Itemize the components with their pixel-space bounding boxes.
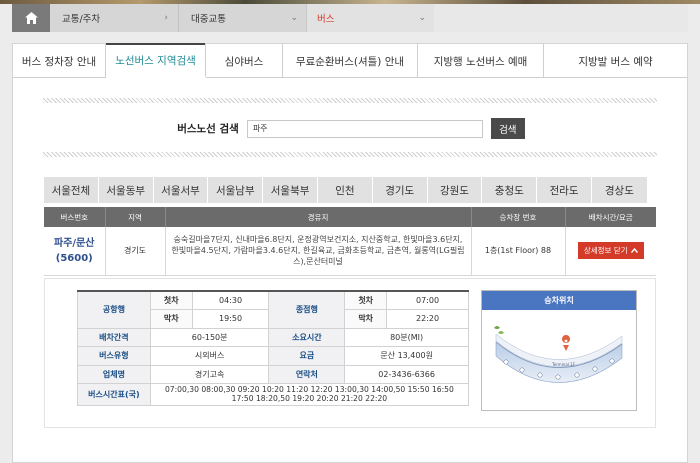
company-label: 업체명 — [77, 364, 151, 384]
map-title: 승차위치 — [482, 291, 636, 310]
airport-first-time: 04:30 — [191, 290, 270, 310]
divider-hatch-top — [43, 98, 657, 103]
breadcrumb-level3-label: 버스 — [317, 14, 335, 25]
region-cell: 경기도 — [105, 227, 166, 276]
airport-last-time: 19:50 — [191, 309, 270, 329]
company-value: 경기고속 — [149, 364, 270, 384]
bus-name: 파주/문산 — [54, 237, 95, 249]
boarding-location-map: 승차위치 Terminal 1F — [481, 290, 637, 411]
contact-value: 02-3436-6366 — [344, 364, 469, 384]
chevron-up-icon — [630, 248, 638, 254]
region-seoul-west[interactable]: 서울서부 — [153, 177, 209, 203]
last-bus-label: 막차 — [149, 309, 193, 329]
search-row: 버스노선 검색 검색 — [13, 118, 689, 139]
region-seoul-south[interactable]: 서울남부 — [208, 177, 264, 203]
bus-number-cell[interactable]: 파주/문산 (5600) — [44, 227, 106, 276]
tab-inbound-booking[interactable]: 지방발 버스 예약 — [544, 44, 687, 78]
airport-label: 공항행 — [77, 290, 151, 329]
last-bus-label: 막차 — [344, 309, 388, 329]
tab-label: 심야버스 — [224, 55, 264, 68]
duration-value: 80분(MI) — [344, 327, 469, 347]
region-chungcheong[interactable]: 충청도 — [482, 177, 538, 203]
stops-cell: 숭숙길마을7단지, 신내마을6.8단지, 운정광역보건지소, 지산중학교, 한빛… — [165, 227, 472, 276]
chevron-right-icon: › — [164, 13, 168, 23]
divider-hatch-bottom — [43, 152, 657, 157]
col-header: 지역 — [105, 207, 166, 227]
first-bus-label: 첫차 — [149, 290, 193, 310]
detail-toggle-button[interactable]: 상세정보 닫기 — [577, 242, 644, 260]
contact-label: 연락처 — [268, 364, 346, 384]
interval-value: 60-150분 — [149, 327, 270, 347]
tab-outbound-booking[interactable]: 지방행 노선버스 예매 — [418, 44, 544, 78]
terminal-map: Terminal 1F — [494, 326, 623, 383]
region-filter: 서울전체 서울동부 서울서부 서울남부 서울북부 인천 경기도 강원도 충청도 … — [44, 177, 647, 203]
region-gyeongsang[interactable]: 경상도 — [591, 177, 647, 203]
main-panel: 버스 정차장 안내 노선버스 지역검색 심야버스 무료순환버스(셔틀) 안내 지… — [12, 43, 688, 463]
type-value: 시외버스 — [149, 346, 270, 366]
breadcrumb-level2[interactable]: 대중교통 ⌄ — [178, 4, 306, 32]
tab-label: 지방발 버스 예약 — [578, 55, 653, 68]
tab-label: 노선버스 지역검색 — [115, 54, 196, 67]
region-seoul-north[interactable]: 서울북부 — [263, 177, 318, 203]
detail-toggle-label: 상세정보 닫기 — [583, 246, 628, 256]
timetable-label: 버스시간표(국) — [77, 383, 151, 406]
fare-label: 요금 — [268, 346, 346, 366]
home-icon — [24, 12, 38, 24]
search-input[interactable] — [246, 119, 483, 138]
tab-label: 버스 정차장 안내 — [21, 55, 97, 68]
breadcrumb-spacer — [434, 4, 688, 32]
search-label: 버스노선 검색 — [177, 123, 239, 135]
col-header: 배차시간/요금 — [565, 207, 656, 227]
col-header: 버스번호 — [44, 207, 106, 227]
map-terminal-label: Terminal 1F — [551, 362, 576, 367]
detail-table: 공항행 첫차 04:30 종점행 첫차 07:00 막차 19:50 막차 22… — [77, 290, 470, 406]
breadcrumb-level1[interactable]: 교통/주차 › — [50, 4, 178, 32]
duration-label: 소요시간 — [268, 327, 346, 347]
type-label: 버스유형 — [77, 346, 151, 366]
terminal-last-time: 22:20 — [386, 309, 469, 329]
tab-free-shuttle[interactable]: 무료순환버스(셔틀) 안내 — [283, 44, 418, 78]
results-table: 버스번호 지역 경유지 승차장 번호 배차시간/요금 파주/문산 (5600) 경… — [44, 207, 656, 276]
interval-label: 배차간격 — [77, 327, 151, 347]
chevron-down-icon: ⌄ — [290, 13, 298, 23]
tab-bar: 버스 정차장 안내 노선버스 지역검색 심야버스 무료순환버스(셔틀) 안내 지… — [13, 43, 687, 78]
tab-route-search[interactable]: 노선버스 지역검색 — [106, 43, 206, 78]
plant-icon — [494, 326, 504, 334]
table-row: 파주/문산 (5600) 경기도 숭숙길마을7단지, 신내마을6.8단지, 운정광… — [44, 227, 656, 276]
col-header: 경유지 — [165, 207, 472, 227]
region-seoul-all[interactable]: 서울전체 — [44, 177, 99, 203]
location-pin-icon — [562, 335, 571, 351]
breadcrumb-level1-label: 교통/주차 — [62, 14, 101, 25]
chevron-down-icon: ⌄ — [418, 13, 426, 23]
region-jeolla[interactable]: 전라도 — [537, 177, 592, 203]
region-incheon[interactable]: 인천 — [317, 177, 373, 203]
home-button[interactable] — [12, 4, 50, 32]
platform-cell: 1층(1st Floor) 88 — [471, 227, 566, 276]
breadcrumb-level2-label: 대중교통 — [191, 14, 226, 25]
terminal-label: 종점행 — [268, 290, 346, 329]
region-seoul-east[interactable]: 서울동부 — [98, 177, 154, 203]
fare-value: 문산 13,400원 — [344, 346, 469, 366]
bus-number: (5600) — [55, 252, 93, 264]
tab-label: 무료순환버스(셔틀) 안내 — [295, 55, 405, 68]
breadcrumb-level3[interactable]: 버스 ⌄ — [306, 4, 434, 32]
tab-night-bus[interactable]: 심야버스 — [206, 44, 283, 78]
tab-bus-stops[interactable]: 버스 정차장 안내 — [13, 44, 106, 78]
region-gyeonggi[interactable]: 경기도 — [372, 177, 428, 203]
region-gangwon[interactable]: 강원도 — [427, 177, 483, 203]
detail-panel: 공항행 첫차 04:30 종점행 첫차 07:00 막차 19:50 막차 22… — [44, 278, 656, 428]
col-header: 승차장 번호 — [471, 207, 566, 227]
search-button[interactable]: 검색 — [490, 118, 525, 139]
first-bus-label: 첫차 — [344, 290, 388, 310]
breadcrumb: 교통/주차 › 대중교통 ⌄ 버스 ⌄ — [12, 4, 688, 32]
detail-cell: 상세정보 닫기 — [565, 227, 656, 276]
results-header-row: 버스번호 지역 경유지 승차장 번호 배차시간/요금 — [44, 207, 656, 227]
tab-label: 지방행 노선버스 예매 — [433, 55, 528, 68]
timetable-value: 07:00,30 08:00,30 09:20 10:20 11:20 12:2… — [149, 383, 470, 406]
terminal-first-time: 07:00 — [386, 290, 469, 310]
